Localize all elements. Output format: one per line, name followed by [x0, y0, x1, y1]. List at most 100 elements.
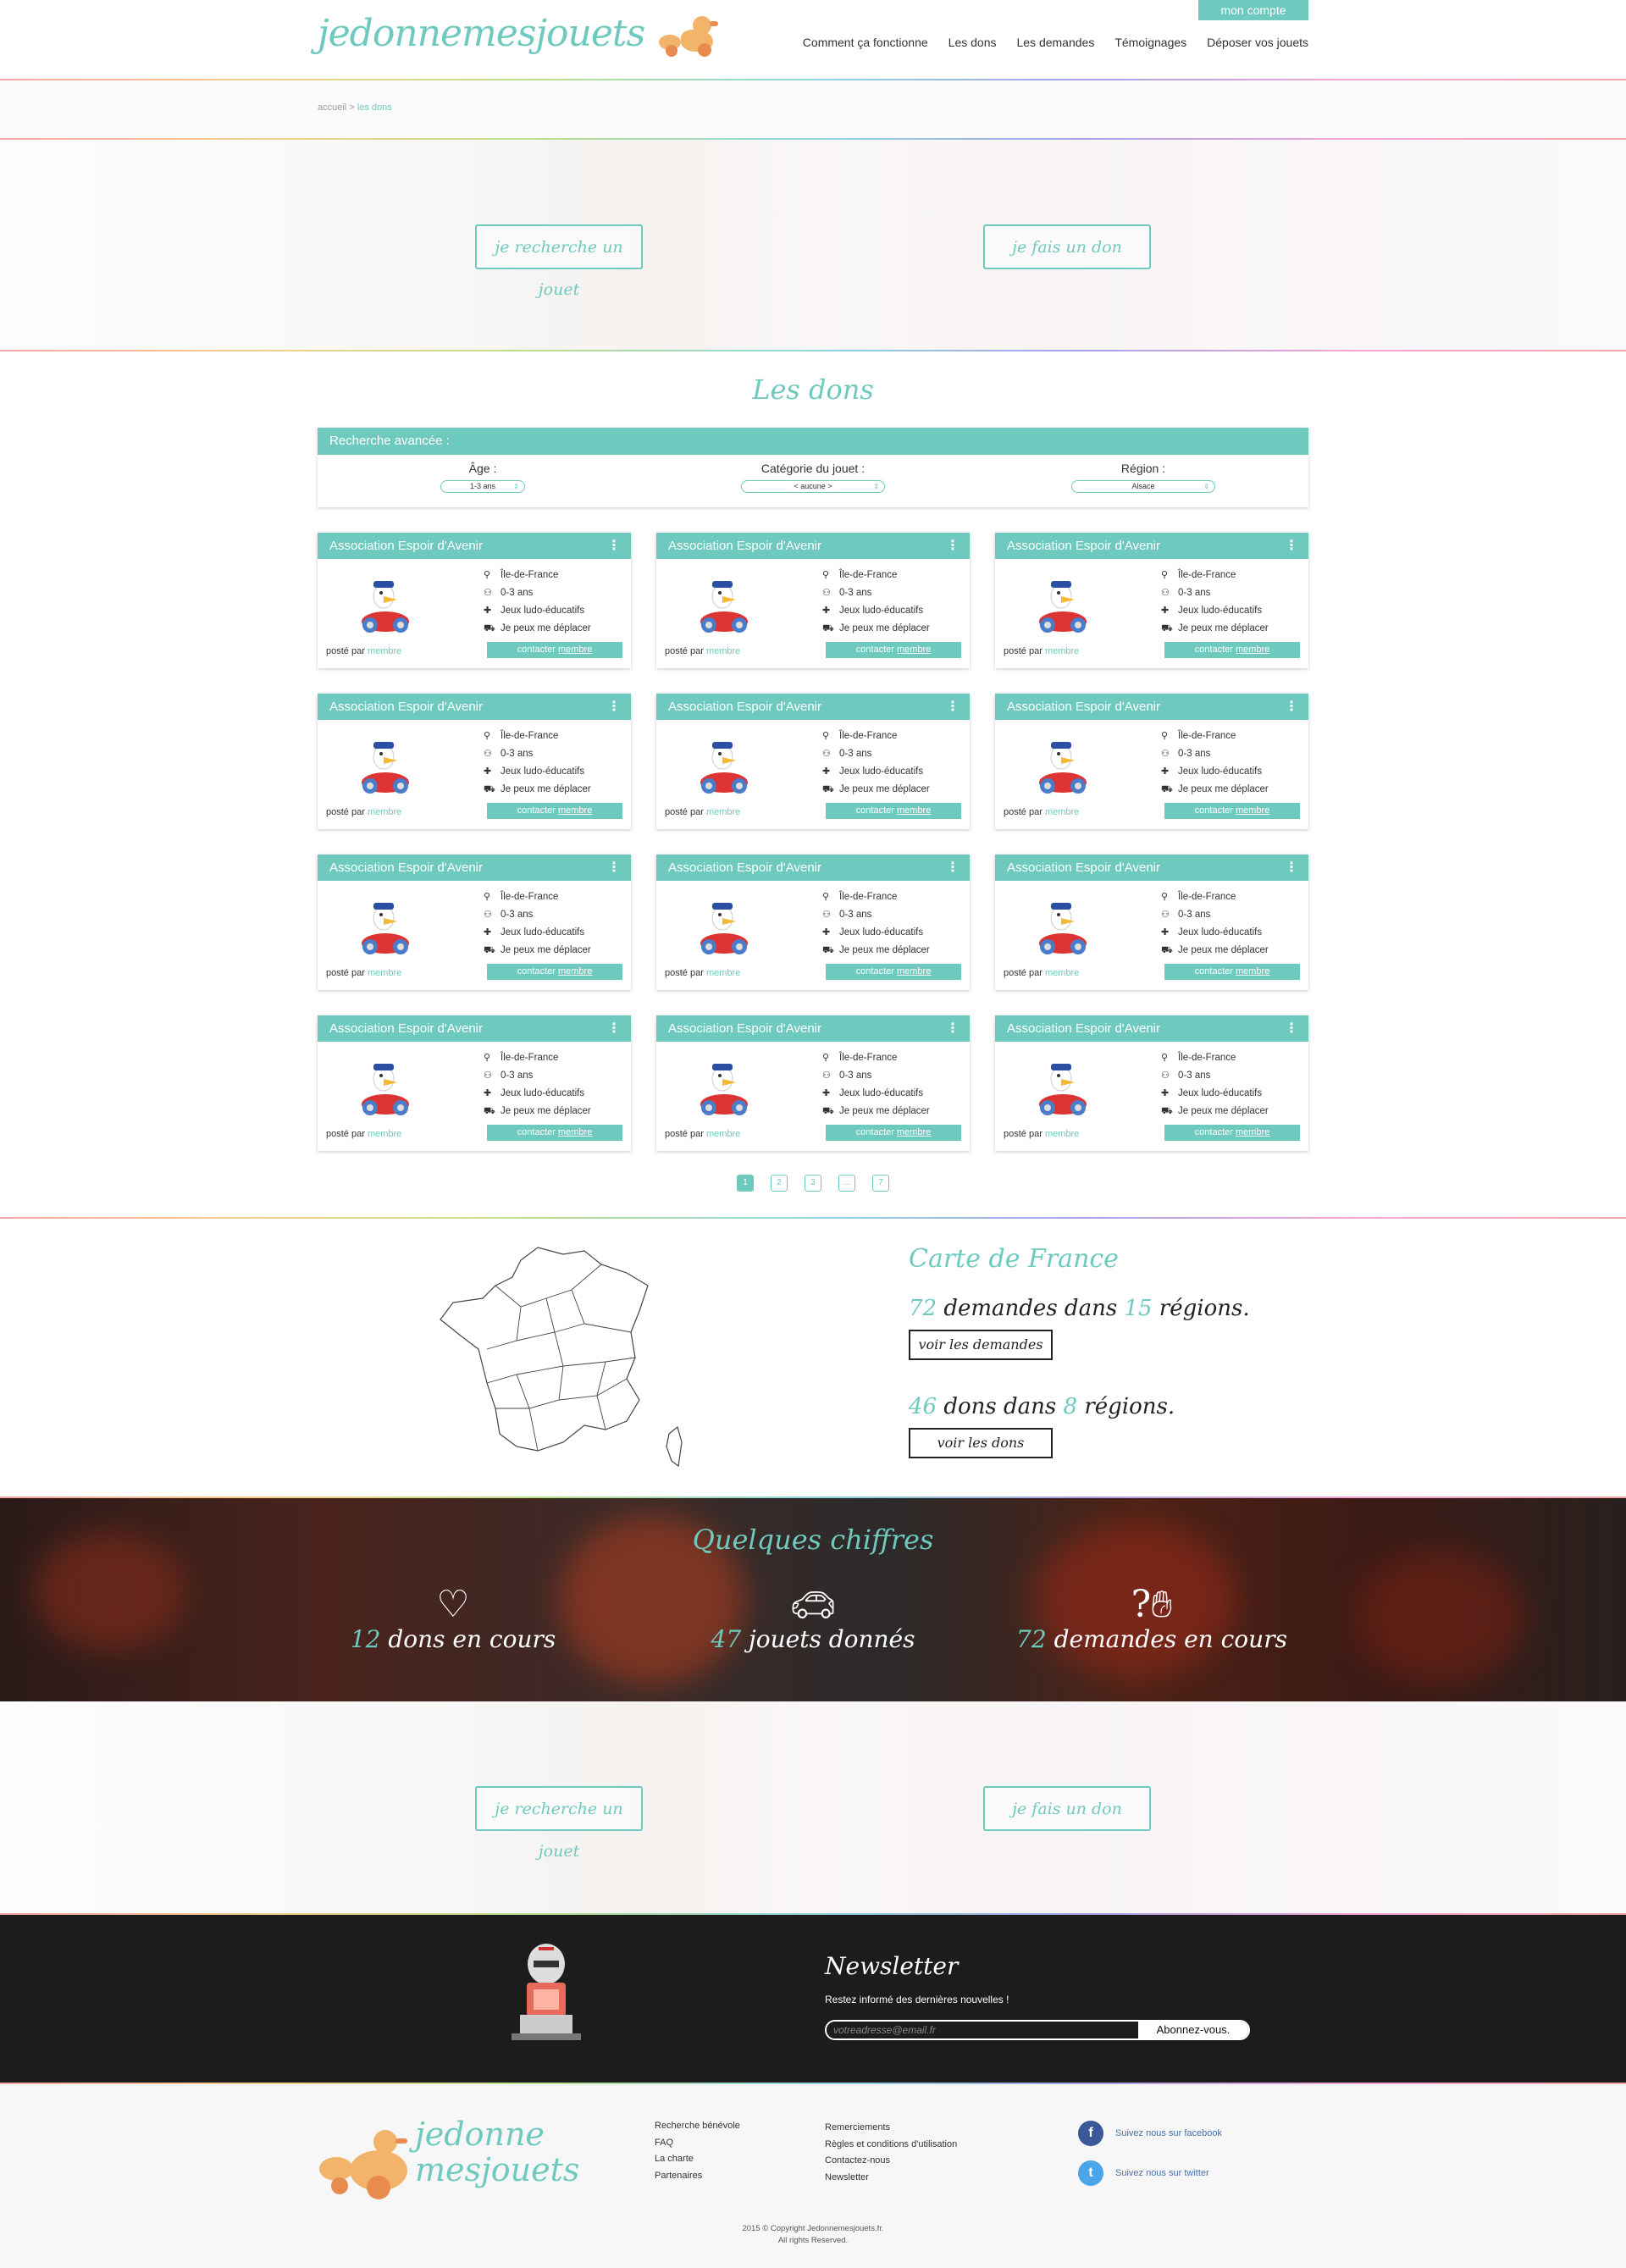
don-card[interactable]: Association Espoir d'Avenir ⋮ ⚲ Île-de-Fran… — [995, 533, 1308, 668]
age-select[interactable]: 1-3 ans — [440, 480, 525, 493]
donate-button-bottom[interactable]: je fais un don — [983, 1786, 1151, 1831]
more-vertical-icon[interactable]: ⋮ — [607, 855, 621, 881]
member-link[interactable]: membre — [1045, 807, 1079, 817]
don-card[interactable]: Association Espoir d'Avenir ⋮ ⚲ Île-de-Fran… — [318, 855, 631, 990]
email-input[interactable]: votreadresse@email.fr — [827, 2022, 1138, 2038]
card-age: 0-3 ans — [501, 910, 534, 920]
contact-member-button[interactable]: contacter membre — [826, 803, 961, 819]
contact-member-button[interactable]: contacter membre — [826, 964, 961, 980]
nav-temoignages[interactable]: Témoignages — [1114, 36, 1186, 49]
puzzle-icon: ✚ — [484, 766, 492, 777]
search-toy-button-bottom[interactable]: je recherche un jouet — [475, 1786, 643, 1861]
contact-member-button[interactable]: contacter membre — [487, 1125, 622, 1141]
member-link[interactable]: membre — [706, 1129, 740, 1139]
contact-member-button[interactable]: contacter membre — [487, 642, 622, 658]
don-card[interactable]: Association Espoir d'Avenir ⋮ ⚲ Île-de-Fran… — [318, 533, 631, 668]
puzzle-icon: ✚ — [822, 1088, 831, 1098]
contact-member-button[interactable]: contacter membre — [487, 803, 622, 819]
member-link[interactable]: membre — [368, 646, 401, 656]
donate-button[interactable]: je fais un don — [983, 224, 1151, 269]
more-vertical-icon[interactable]: ⋮ — [1285, 1015, 1298, 1042]
view-dons-button[interactable]: voir les dons — [909, 1428, 1053, 1458]
more-vertical-icon[interactable]: ⋮ — [607, 1015, 621, 1042]
contact-member-button[interactable]: contacter membre — [1164, 642, 1300, 658]
card-title: Association Espoir d'Avenir — [329, 700, 484, 714]
nav-demandes[interactable]: Les demandes — [1016, 36, 1094, 49]
contact-member-button[interactable]: contacter membre — [1164, 1125, 1300, 1141]
contact-member-button[interactable]: contacter membre — [1164, 964, 1300, 980]
footer-link[interactable]: FAQ — [655, 2135, 740, 2152]
don-card[interactable]: Association Espoir d'Avenir ⋮ ⚲ Île-de-Fran… — [318, 1015, 631, 1151]
page-1[interactable]: 1 — [737, 1175, 754, 1192]
contact-member-button[interactable]: contacter membre — [487, 964, 622, 980]
footer-link[interactable]: Newsletter — [825, 2170, 957, 2187]
heart-hand-icon: ♡ — [436, 1583, 470, 1626]
category-select[interactable]: < aucune > — [741, 480, 885, 493]
card-mobility: Je peux me déplacer — [501, 623, 591, 633]
france-map[interactable] — [436, 1239, 690, 1476]
footer-link[interactable]: Remerciements — [825, 2120, 957, 2137]
page-7[interactable]: 7 — [872, 1175, 889, 1192]
breadcrumb-home[interactable]: accueil — [318, 102, 346, 113]
member-link[interactable]: membre — [1045, 1129, 1079, 1139]
card-title-bar: Association Espoir d'Avenir ⋮ — [318, 694, 631, 720]
footer-link[interactable]: Contactez-nous — [825, 2153, 957, 2170]
member-link[interactable]: membre — [706, 968, 740, 978]
more-vertical-icon[interactable]: ⋮ — [607, 533, 621, 559]
don-card[interactable]: Association Espoir d'Avenir ⋮ ⚲ Île-de-Fran… — [656, 855, 970, 990]
map-section: Carte de France 72 demandes dans 15 régi… — [0, 1219, 1626, 1496]
nav-dons[interactable]: Les dons — [948, 36, 997, 49]
site-logo[interactable]: jedonnemesjouets — [318, 12, 722, 57]
more-vertical-icon[interactable]: ⋮ — [946, 533, 960, 559]
contact-member-button[interactable]: contacter membre — [826, 642, 961, 658]
don-card[interactable]: Association Espoir d'Avenir ⋮ ⚲ Île-de-Fran… — [995, 694, 1308, 829]
member-link[interactable]: membre — [368, 807, 401, 817]
member-link[interactable]: membre — [706, 646, 740, 656]
more-vertical-icon[interactable]: ⋮ — [946, 694, 960, 720]
don-card[interactable]: Association Espoir d'Avenir ⋮ ⚲ Île-de-Fran… — [995, 855, 1308, 990]
advanced-search-header: Recherche avancée : — [318, 428, 1308, 455]
hero-banner: je recherche un jouet je fais un don — [0, 140, 1626, 350]
twitter-link[interactable]: t Suivez nous sur twitter — [1078, 2160, 1209, 2186]
location-icon: ⚲ — [484, 892, 491, 902]
don-card[interactable]: Association Espoir d'Avenir ⋮ ⚲ Île-de-Fran… — [656, 533, 970, 668]
member-link[interactable]: membre — [1045, 646, 1079, 656]
more-vertical-icon[interactable]: ⋮ — [946, 855, 960, 881]
member-link[interactable]: membre — [368, 968, 401, 978]
search-toy-button[interactable]: je recherche un jouet — [475, 224, 643, 299]
more-vertical-icon[interactable]: ⋮ — [1285, 694, 1298, 720]
more-vertical-icon[interactable]: ⋮ — [607, 694, 621, 720]
subscribe-button[interactable]: Abonnez-vous. — [1138, 2022, 1248, 2038]
posted-label: posté par — [665, 968, 704, 978]
don-card[interactable]: Association Espoir d'Avenir ⋮ ⚲ Île-de-Fran… — [656, 694, 970, 829]
footer-link[interactable]: Recherche bénévole — [655, 2118, 740, 2135]
card-title: Association Espoir d'Avenir — [329, 1021, 484, 1036]
footer-link[interactable]: La charte — [655, 2151, 740, 2168]
region-select[interactable]: Alsace — [1071, 480, 1215, 493]
nav-deposer[interactable]: Déposer vos jouets — [1207, 36, 1308, 49]
nav-how-it-works[interactable]: Comment ça fonctionne — [803, 36, 928, 49]
twitter-label: Suivez nous sur twitter — [1115, 2168, 1209, 2178]
contact-member-button[interactable]: contacter membre — [1164, 803, 1300, 819]
footer-link[interactable]: Règles et conditions d'utilisation — [825, 2137, 957, 2154]
footer-link[interactable]: Partenaires — [655, 2168, 740, 2185]
more-vertical-icon[interactable]: ⋮ — [946, 1015, 960, 1042]
copyright: 2015 © Copyright Jedonnemesjouets.fr. Al… — [0, 2223, 1626, 2247]
don-card[interactable]: Association Espoir d'Avenir ⋮ ⚲ Île-de-Fran… — [318, 694, 631, 829]
facebook-link[interactable]: f Suivez nous sur facebook — [1078, 2121, 1222, 2146]
don-card[interactable]: Association Espoir d'Avenir ⋮ ⚲ Île-de-Fran… — [656, 1015, 970, 1151]
member-link[interactable]: membre — [1045, 968, 1079, 978]
account-button[interactable]: mon compte — [1198, 0, 1308, 20]
page-3[interactable]: 3 — [805, 1175, 821, 1192]
member-link[interactable]: membre — [706, 807, 740, 817]
toy-image — [1039, 581, 1087, 633]
member-link[interactable]: membre — [368, 1129, 401, 1139]
footer-logo[interactable]: jedonne mesjouets — [318, 2110, 579, 2203]
demandes-stat: 72 demandes dans 15 régions. — [909, 1296, 1250, 1321]
view-demandes-button[interactable]: voir les demandes — [909, 1330, 1053, 1360]
page-2[interactable]: 2 — [771, 1175, 788, 1192]
contact-member-button[interactable]: contacter membre — [826, 1125, 961, 1141]
don-card[interactable]: Association Espoir d'Avenir ⋮ ⚲ Île-de-Fran… — [995, 1015, 1308, 1151]
more-vertical-icon[interactable]: ⋮ — [1285, 855, 1298, 881]
more-vertical-icon[interactable]: ⋮ — [1285, 533, 1298, 559]
